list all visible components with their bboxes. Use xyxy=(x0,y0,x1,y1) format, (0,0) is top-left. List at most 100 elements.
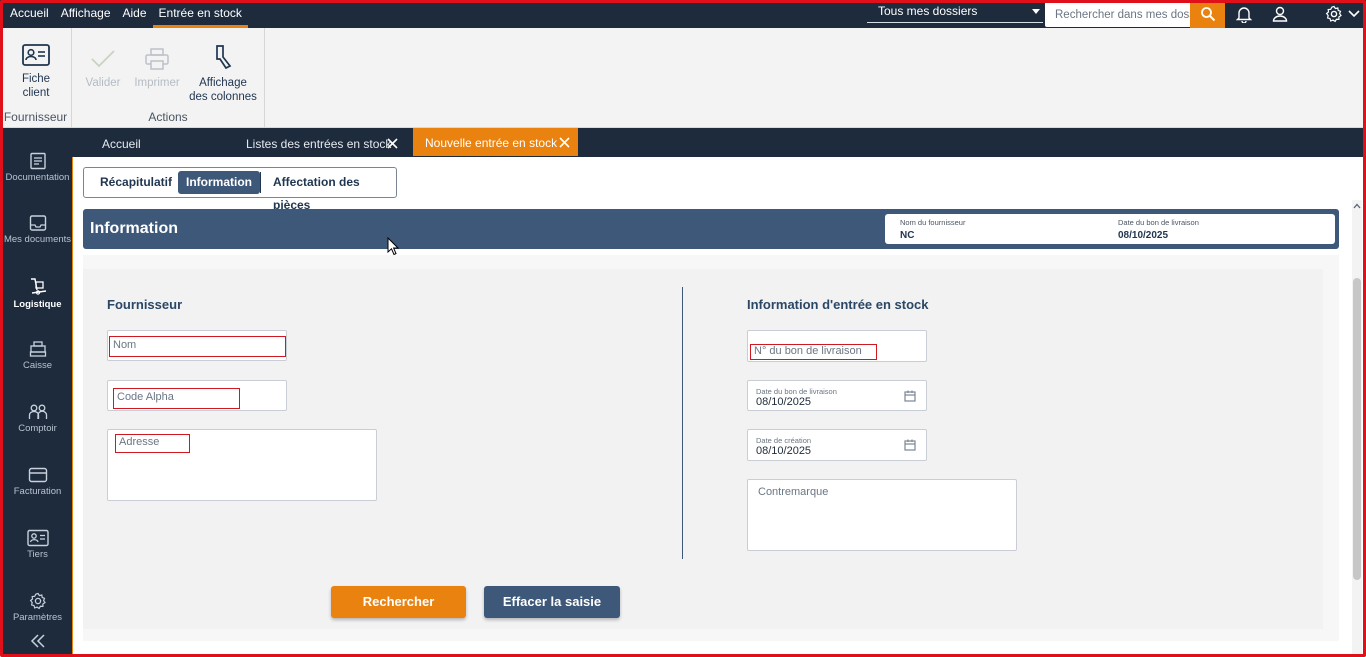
search-button[interactable] xyxy=(1190,0,1225,28)
menu-affichage[interactable]: Affichage xyxy=(55,0,117,28)
user-icon[interactable] xyxy=(1270,4,1290,24)
tab-accueil[interactable]: Accueil xyxy=(90,128,230,157)
bell-icon[interactable] xyxy=(1234,4,1254,24)
adresse-field[interactable]: Adresse xyxy=(107,429,377,501)
double-chevron-left-icon[interactable] xyxy=(30,634,46,651)
rechercher-button[interactable]: Rechercher xyxy=(331,586,466,618)
tab-listes-entrees[interactable]: Listes des entrées en stock xyxy=(234,128,404,157)
nav-label: Documentation xyxy=(5,172,70,183)
nav-label: Facturation xyxy=(13,486,62,497)
tab-label: Listes des entrées en stock xyxy=(246,137,392,151)
code-alpha-field[interactable]: Code Alpha xyxy=(107,380,287,411)
search-input[interactable]: Rechercher dans mes dossiers xyxy=(1045,1,1192,27)
vertical-scrollbar[interactable] xyxy=(1352,200,1362,654)
calendar-icon[interactable] xyxy=(904,390,916,402)
date-bon-value: 08/10/2025 xyxy=(756,396,812,408)
nav-tiers[interactable]: Tiers xyxy=(3,529,72,560)
tab-recapitulatif[interactable]: Récapitulatif xyxy=(92,171,180,194)
ribbon-group-label-fournisseur: Fournisseur xyxy=(3,110,68,124)
document-icon xyxy=(29,152,46,170)
date-creation-label: Date de création xyxy=(756,436,812,445)
folder-select[interactable]: Tous mes dossiers xyxy=(867,3,1043,23)
imprimer-button[interactable]: Imprimer xyxy=(132,48,182,90)
check-icon xyxy=(91,50,115,68)
date-creation-value: 08/10/2025 xyxy=(756,445,812,457)
contact-card-icon xyxy=(22,44,50,66)
fiche-line2: client xyxy=(22,87,50,99)
contact-card-icon xyxy=(26,529,49,547)
banner-summary: Nom du fournisseur NC Date du bon de liv… xyxy=(885,214,1335,244)
nav-caisse[interactable]: Caisse xyxy=(3,340,72,371)
ribbon-group-label-actions: Actions xyxy=(148,110,188,124)
side-nav: Documentation Mes documents Logistique C… xyxy=(3,128,72,657)
stock-section-title: Information d'entrée en stock xyxy=(747,297,929,312)
supplier-name-label: Nom du fournisseur xyxy=(900,218,966,227)
calendar-icon[interactable] xyxy=(904,439,916,451)
fiche-client-button[interactable]: Fiche client xyxy=(4,44,68,100)
effacer-saisie-button[interactable]: Effacer la saisie xyxy=(484,586,620,618)
nav-logistique[interactable]: Logistique xyxy=(3,277,72,310)
segmented-tabs: Récapitulatif Information Affectation de… xyxy=(83,167,397,212)
search-icon xyxy=(1200,7,1215,22)
nav-label: Paramètres xyxy=(12,612,63,623)
ribbon-group-fournisseur: Fiche client Fournisseur xyxy=(0,28,72,128)
nav-documentation[interactable]: Documentation xyxy=(3,152,72,183)
credit-card-icon xyxy=(28,467,47,483)
date-creation-field[interactable]: Date de création 08/10/2025 xyxy=(747,429,927,461)
ribbon-group-actions: Valider Imprimer Affichage des colonnes … xyxy=(72,28,265,128)
folder-select-value: Tous mes dossiers xyxy=(878,4,978,18)
nom-field[interactable]: Nom xyxy=(107,330,287,361)
nav-mes-documents[interactable]: Mes documents xyxy=(3,214,72,245)
main-menu: Accueil Affichage Aide Entrée en stock xyxy=(4,0,248,28)
menu-entree-en-stock[interactable]: Entrée en stock xyxy=(152,0,248,28)
nav-comptoir[interactable]: Comptoir xyxy=(3,403,72,434)
nav-label: Caisse xyxy=(22,360,53,371)
top-bar: Accueil Affichage Aide Entrée en stock T… xyxy=(0,0,1366,28)
nav-parametres[interactable]: Paramètres xyxy=(3,592,72,623)
nav-facturation[interactable]: Facturation xyxy=(3,466,72,497)
menu-accueil[interactable]: Accueil xyxy=(4,0,55,28)
contremarque-field[interactable]: Contremarque xyxy=(747,479,1017,551)
nav-label: Mes documents xyxy=(3,234,72,245)
tab-nouvelle-entree[interactable]: Nouvelle entrée en stock xyxy=(413,128,578,156)
contremarque-placeholder: Contremarque xyxy=(758,486,829,498)
close-icon[interactable] xyxy=(387,138,398,149)
date-bon-label: Date du bon de livraison xyxy=(756,387,837,396)
segment-divider xyxy=(260,172,261,193)
people-icon xyxy=(28,404,47,419)
mouse-cursor-icon xyxy=(387,237,399,256)
nav-label: Comptoir xyxy=(18,423,57,434)
bon-livraison-field[interactable]: N° du bon de livraison xyxy=(747,330,927,362)
affichage-line1: Affichage xyxy=(199,77,247,89)
inbox-icon xyxy=(29,215,46,231)
chevron-down-icon xyxy=(1032,9,1040,14)
adresse-placeholder: Adresse xyxy=(115,434,190,453)
tab-information[interactable]: Information xyxy=(178,171,260,194)
scrollbar-thumb[interactable] xyxy=(1353,278,1361,580)
valider-label: Valider xyxy=(85,77,121,89)
imprimer-label: Imprimer xyxy=(134,77,180,89)
tab-label: Nouvelle entrée en stock xyxy=(425,136,558,150)
gear-icon[interactable] xyxy=(1324,4,1344,24)
chevron-down-icon[interactable] xyxy=(1346,4,1362,24)
cash-register-icon xyxy=(29,341,46,357)
close-icon[interactable] xyxy=(559,137,570,148)
nom-placeholder: Nom xyxy=(109,336,286,357)
tab-affectation-pieces[interactable]: Affectation des pièces xyxy=(265,171,396,212)
menu-aide[interactable]: Aide xyxy=(117,0,153,28)
gear-icon xyxy=(29,592,46,610)
date-bon-livraison-field[interactable]: Date du bon de livraison 08/10/2025 xyxy=(747,380,927,411)
delivery-date-value: 08/10/2025 xyxy=(1118,230,1169,241)
chevron-up-icon[interactable] xyxy=(1353,203,1361,209)
valider-button[interactable]: Valider xyxy=(82,48,124,90)
bon-livraison-placeholder: N° du bon de livraison xyxy=(750,344,877,360)
affichage-line2: des colonnes xyxy=(189,91,257,103)
affichage-colonnes-button[interactable]: Affichage des colonnes xyxy=(188,44,258,104)
page-title: Information xyxy=(90,220,178,237)
fiche-line1: Fiche xyxy=(21,73,51,85)
supplier-name-value: NC xyxy=(900,230,915,241)
fournisseur-section-title: Fournisseur xyxy=(107,297,183,312)
printer-icon xyxy=(145,48,169,70)
nav-label: Logistique xyxy=(13,299,62,310)
section-divider xyxy=(682,287,683,559)
